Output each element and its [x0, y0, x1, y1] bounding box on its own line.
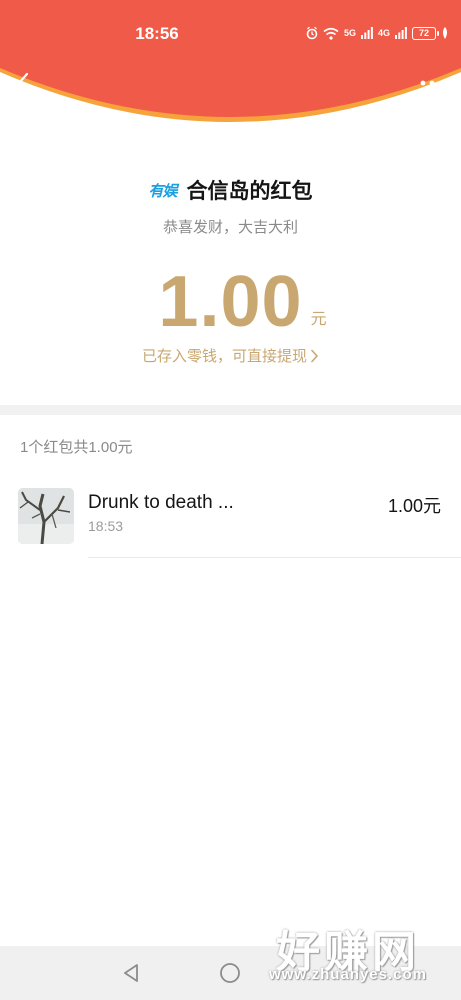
- alarm-icon: [306, 26, 318, 40]
- wifi-icon: [323, 27, 339, 40]
- avatar: [18, 488, 74, 544]
- section-divider: [0, 405, 461, 415]
- header-background: [0, 0, 461, 122]
- chevron-right-icon: [311, 349, 318, 362]
- signal-icon: [360, 27, 373, 39]
- more-button[interactable]: [417, 72, 447, 94]
- chevron-left-icon: [17, 72, 29, 94]
- sender-title: 合信岛的红包: [186, 180, 313, 203]
- wallet-link-label: 已存入零钱，可直接提现: [141, 348, 307, 365]
- status-icons: 5G 4G 72: [306, 24, 449, 42]
- sender-logo: 有娱: [148, 182, 177, 200]
- record-name: Drunk to death ...: [88, 492, 234, 513]
- status-time: 18:56: [135, 24, 179, 43]
- header: 18:56 5G 4G 72: [0, 0, 461, 140]
- wallet-link[interactable]: 已存入零钱，可直接提现: [0, 345, 461, 366]
- circle-home-icon: [220, 963, 240, 983]
- summary-text: 1个红包共1.00元: [20, 439, 133, 456]
- nav-back-button[interactable]: [122, 963, 140, 988]
- amount-unit: 元: [310, 311, 327, 328]
- triangle-back-icon: [124, 964, 138, 982]
- battery-icon: 72: [412, 26, 439, 40]
- sender-row: 有娱 合信岛的红包: [0, 175, 461, 205]
- network-5g-label: 5G: [343, 28, 356, 38]
- watermark: 好赚网 www.zhuanyes.com: [253, 916, 443, 986]
- network-4g-label: 4G: [377, 28, 390, 38]
- record-amount: 1.00元: [387, 496, 441, 516]
- greeting-text: 恭喜发财，大吉大利: [162, 219, 298, 236]
- charging-leaf-icon: [443, 27, 447, 39]
- nav-home-button[interactable]: [219, 962, 241, 989]
- signal-icon-2: [395, 27, 407, 39]
- watermark-url: www.zhuanyes.com: [269, 966, 427, 983]
- back-button[interactable]: [8, 66, 38, 100]
- list-item[interactable]: Drunk to death ... 18:53 1.00元: [0, 478, 461, 558]
- record-time: 18:53: [88, 518, 124, 534]
- row-divider: [88, 557, 461, 558]
- more-dots-icon: [420, 80, 444, 86]
- amount-value: 1.00: [158, 262, 303, 342]
- avatar-image: [18, 488, 74, 544]
- battery-level: 72: [418, 28, 429, 38]
- amount-row: 1.00 元: [0, 262, 461, 342]
